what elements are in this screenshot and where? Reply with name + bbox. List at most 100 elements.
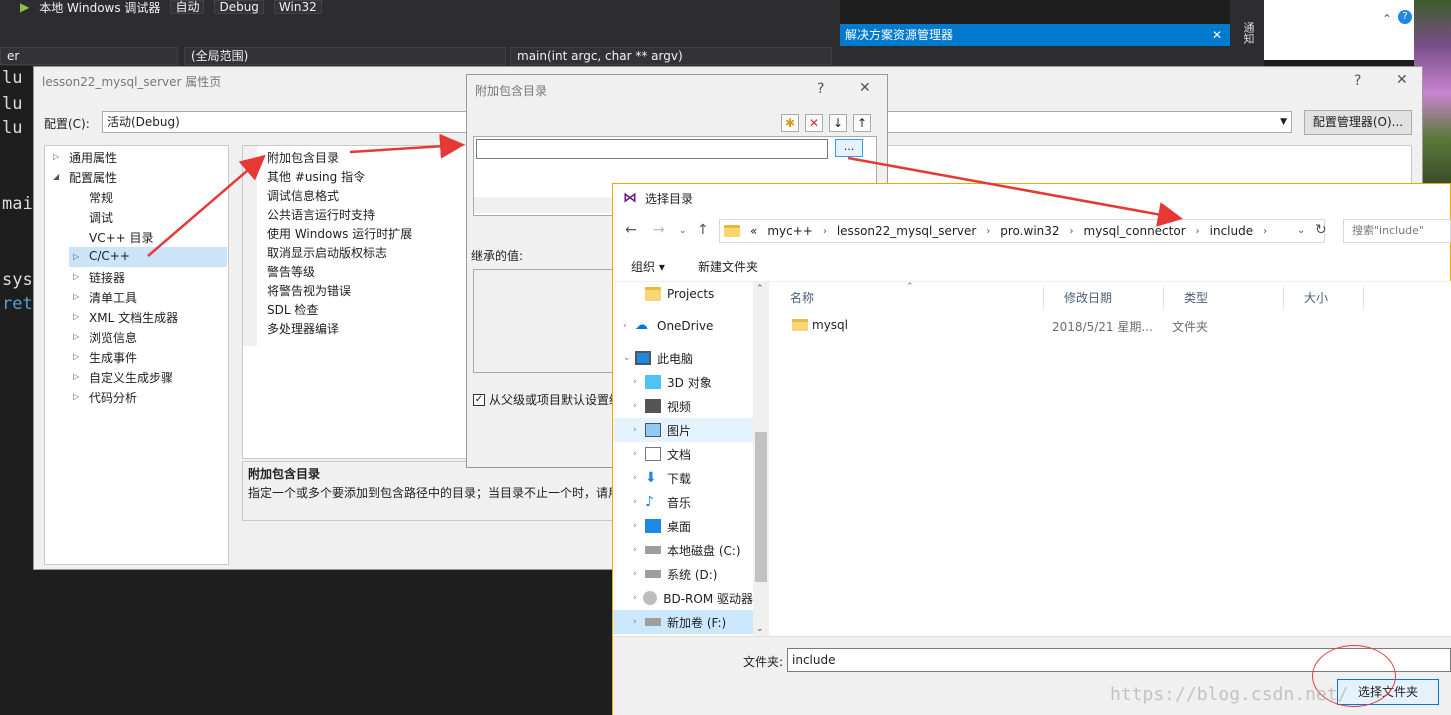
chevron-down-icon[interactable]: ⌄ xyxy=(679,226,687,236)
refresh-icon[interactable]: ↻ xyxy=(1315,222,1327,238)
close-icon[interactable]: ✕ xyxy=(1212,24,1222,46)
breadcrumb-item[interactable]: myc++ xyxy=(767,224,813,238)
nav-item-music[interactable]: › ♪ 音乐 xyxy=(613,490,753,514)
nav-item-desktop[interactable]: › 桌面 xyxy=(613,514,753,538)
tree-item-custom-build[interactable]: 自定义生成步骤 xyxy=(89,369,173,386)
solution-explorer-title[interactable]: 解决方案资源管理器 ✕ xyxy=(840,24,1230,46)
nav-item-bd-rom[interactable]: › BD-ROM 驱动器 xyxy=(613,586,753,610)
tree-item-debugging[interactable]: 调试 xyxy=(89,209,113,226)
tree-item-browse-info[interactable]: 浏览信息 xyxy=(89,329,137,346)
tree-item-code-analysis[interactable]: 代码分析 xyxy=(89,389,137,406)
prop-clr-support[interactable]: 公共语言运行时支持 xyxy=(267,206,375,223)
expand-icon[interactable]: ▷ xyxy=(73,272,79,281)
chevron-right-icon[interactable]: › xyxy=(633,545,645,555)
close-button[interactable]: ✕ xyxy=(1396,72,1408,88)
column-header-type[interactable]: 类型 xyxy=(1164,286,1284,310)
config-combo-auto[interactable]: 自动 xyxy=(170,0,205,14)
help-button[interactable]: ? xyxy=(817,81,824,97)
prop-winrt-ext[interactable]: 使用 Windows 运行时扩展 xyxy=(267,225,412,242)
tree-item-cpp[interactable]: C/C++ xyxy=(89,249,130,263)
chevron-up-icon[interactable]: ⌃ xyxy=(1382,12,1392,26)
run-icon[interactable]: ▶ xyxy=(20,0,29,14)
breadcrumb-item[interactable]: pro.win32 xyxy=(1000,224,1059,238)
back-arrow-icon[interactable]: ← xyxy=(625,222,637,238)
tree-item-vc-dirs[interactable]: VC++ 目录 xyxy=(89,229,154,246)
include-dir-edit[interactable] xyxy=(476,139,828,159)
code-editor[interactable]: lu lu lu mai sys ret xyxy=(0,66,35,715)
chevron-right-icon[interactable]: › xyxy=(633,521,645,531)
nav-item-videos[interactable]: › 视频 xyxy=(613,394,753,418)
prop-using-directives[interactable]: 其他 #using 指令 xyxy=(267,168,365,185)
tree-item-linker[interactable]: 链接器 xyxy=(89,269,125,286)
tree-item-manifest[interactable]: 清单工具 xyxy=(89,289,137,306)
breadcrumb-item[interactable]: lesson22_mysql_server xyxy=(837,224,976,238)
chevron-down-icon[interactable]: ⌄ xyxy=(623,353,635,363)
chevron-right-icon[interactable]: › xyxy=(633,473,645,483)
breadcrumb-item[interactable]: include xyxy=(1210,224,1253,238)
prop-suppress-banner[interactable]: 取消显示启动版权标志 xyxy=(267,244,387,261)
scope-combo[interactable]: (全局范围) xyxy=(184,47,506,65)
delete-icon[interactable]: ✕ xyxy=(805,114,823,132)
chevron-right-icon[interactable]: › xyxy=(633,617,645,627)
scrollbar-thumb[interactable] xyxy=(755,432,767,582)
nav-item-onedrive[interactable]: › ☁ OneDrive xyxy=(613,314,753,338)
chevron-right-icon[interactable]: › xyxy=(623,321,635,331)
prop-warnings-as-errors[interactable]: 将警告视为错误 xyxy=(267,282,351,299)
nav-item-drive-c[interactable]: › 本地磁盘 (C:) xyxy=(613,538,753,562)
file-row[interactable]: mysql 2018/5/21 星期... 文件夹 xyxy=(770,314,1370,336)
nav-item-drive-f[interactable]: › 新加卷 (F:) xyxy=(613,610,753,634)
up-arrow-icon[interactable]: ↑ xyxy=(697,222,709,238)
nav-item-documents[interactable]: › 文档 xyxy=(613,442,753,466)
new-folder-button[interactable]: 新建文件夹 xyxy=(698,258,758,275)
chevron-right-icon[interactable]: › xyxy=(1070,226,1074,237)
inherit-checkbox-row[interactable]: ✓ 从父级或项目默认设置继承 xyxy=(473,391,633,408)
breadcrumb[interactable]: « myc++ › lesson22_mysql_server › pro.wi… xyxy=(719,219,1325,243)
search-input[interactable]: 搜索"include" xyxy=(1343,219,1451,243)
scroll-down-icon[interactable]: ⌄ xyxy=(756,624,764,634)
help-button[interactable]: ? xyxy=(1354,73,1361,89)
config-combo-debug[interactable]: Debug xyxy=(214,0,264,14)
chevron-right-icon[interactable]: › xyxy=(1196,226,1200,237)
prop-warning-level[interactable]: 警告等级 xyxy=(267,263,315,280)
platform-combo[interactable]: Win32 xyxy=(273,0,322,14)
prop-sdl-check[interactable]: SDL 检查 xyxy=(267,301,318,318)
browse-button[interactable]: ... xyxy=(835,139,863,157)
prop-multiprocessor[interactable]: 多处理器编译 xyxy=(267,320,339,337)
expand-icon[interactable]: ▷ xyxy=(73,312,79,321)
move-up-icon[interactable]: ↑ xyxy=(853,114,871,132)
nav-item-this-pc[interactable]: ⌄ 此电脑 xyxy=(613,346,753,370)
chevron-right-icon[interactable]: › xyxy=(633,377,645,387)
forward-arrow-icon[interactable]: → xyxy=(653,222,665,238)
expand-icon[interactable]: ▷ xyxy=(73,372,79,381)
tree-item-general-props[interactable]: 通用属性 xyxy=(69,149,117,166)
nav-item-3d-objects[interactable]: › 3D 对象 xyxy=(613,370,753,394)
close-button[interactable]: ✕ xyxy=(859,80,871,96)
help-icon[interactable]: ? xyxy=(1398,10,1412,24)
nav-item-projects[interactable]: Projects xyxy=(613,282,753,306)
chevron-right-icon[interactable]: › xyxy=(986,226,990,237)
chevron-right-icon[interactable]: › xyxy=(633,425,645,435)
organize-button[interactable]: 组织 ▾ xyxy=(631,258,665,275)
config-manager-button[interactable]: 配置管理器(O)... xyxy=(1304,110,1412,135)
prop-additional-include-dirs[interactable]: 附加包含目录 xyxy=(267,149,339,166)
chevron-down-icon[interactable]: ⌄ xyxy=(1297,225,1305,236)
expand-icon[interactable]: ▷ xyxy=(73,392,79,401)
column-header-size[interactable]: 大小 xyxy=(1284,286,1364,310)
breadcrumb-item[interactable]: mysql_connector xyxy=(1084,224,1186,238)
chevron-right-icon[interactable]: › xyxy=(633,401,645,411)
expand-icon[interactable]: ▷ xyxy=(73,332,79,341)
expand-icon[interactable]: ▷ xyxy=(73,352,79,361)
tree-item-build-events[interactable]: 生成事件 xyxy=(89,349,137,366)
nav-item-downloads[interactable]: › ⬇ 下载 xyxy=(613,466,753,490)
tree-item-config-props[interactable]: 配置属性 xyxy=(69,169,117,186)
project-combo[interactable]: er xyxy=(0,47,178,65)
expand-icon[interactable]: ▷ xyxy=(73,292,79,301)
collapse-icon[interactable]: ◢ xyxy=(53,172,59,181)
chevron-right-icon[interactable]: › xyxy=(633,593,643,603)
nav-scrollbar[interactable]: ⌃ ⌄ xyxy=(753,282,769,636)
new-line-icon[interactable]: ✱ xyxy=(781,114,799,132)
prop-debug-info-format[interactable]: 调试信息格式 xyxy=(267,187,339,204)
column-header-date[interactable]: 修改日期 xyxy=(1044,286,1164,310)
checkbox-checked[interactable]: ✓ xyxy=(473,393,485,406)
function-combo[interactable]: main(int argc, char ** argv) xyxy=(510,47,832,65)
